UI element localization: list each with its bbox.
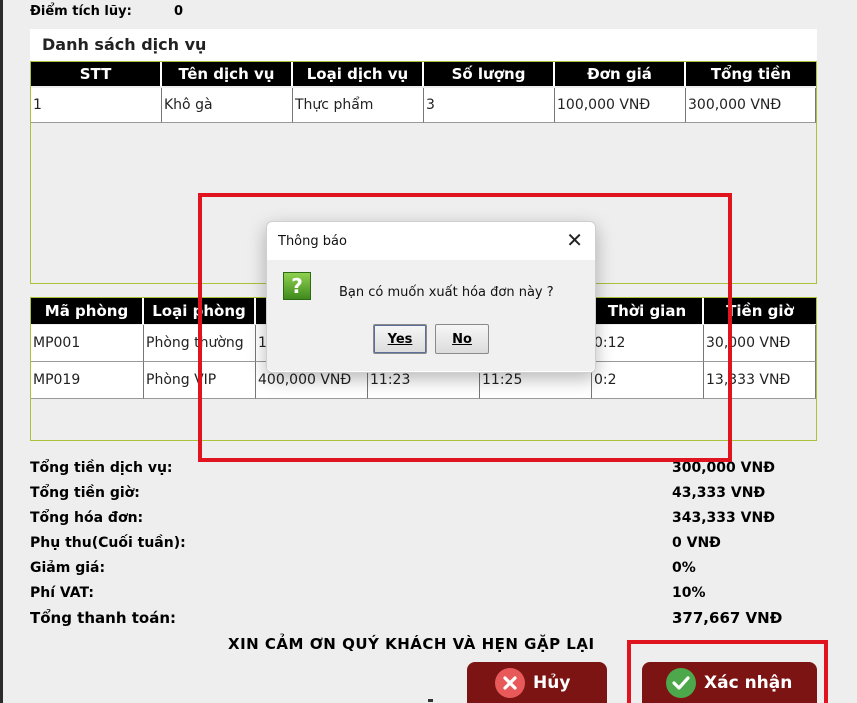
- dialog-body: ? Bạn có muốn xuất hóa đơn này ? Yes No: [267, 260, 595, 371]
- cancel-x-icon: [495, 667, 525, 698]
- col-header-room-id[interactable]: Mã phòng: [31, 298, 144, 324]
- summary-value: 0 VNĐ: [672, 535, 721, 551]
- summary-label: Tổng tiền giờ:: [30, 485, 140, 501]
- loyalty-value: 0: [174, 4, 184, 19]
- services-header: Danh sách dịch vụ: [30, 29, 817, 61]
- yes-button[interactable]: Yes: [373, 324, 427, 354]
- confirm-dialog: Thông báo ✕ ? Bạn có muốn xuất hóa đơn n…: [266, 221, 596, 373]
- summary-label: Tổng tiền dịch vụ:: [30, 460, 173, 476]
- cell-quantity: 3: [424, 88, 555, 123]
- dialog-title: Thông báo: [278, 234, 347, 249]
- services-table-header: STT Tên dịch vụ Loại dịch vụ Số lượng Đơ…: [31, 62, 816, 86]
- divider-mark: [428, 699, 433, 702]
- col-header-service-type[interactable]: Loại dịch vụ: [293, 62, 424, 86]
- loyalty-label: Điểm tích lũy:: [30, 4, 132, 19]
- question-icon: ?: [283, 272, 311, 300]
- summary-value: 300,000 VNĐ: [672, 460, 775, 476]
- confirm-highlight-box: [627, 640, 828, 703]
- summary-label: Phí VAT:: [30, 585, 94, 601]
- cell-room-id: MP001: [31, 325, 144, 362]
- cell-total: 300,000 VNĐ: [686, 88, 816, 123]
- col-header-stt[interactable]: STT: [31, 62, 162, 86]
- col-header-service-name[interactable]: Tên dịch vụ: [162, 62, 293, 86]
- summary-label: Giảm giá:: [30, 560, 106, 576]
- dialog-titlebar[interactable]: Thông báo ✕: [267, 222, 595, 260]
- dialog-message: Bạn có muốn xuất hóa đơn này ?: [339, 285, 554, 300]
- summary-value: 0%: [672, 560, 696, 576]
- summary-value: 10%: [672, 585, 706, 601]
- close-icon[interactable]: ✕: [566, 230, 583, 250]
- grand-total-label: Tổng thanh toán:: [30, 609, 177, 627]
- col-header-total[interactable]: Tổng tiền: [686, 62, 816, 86]
- table-row[interactable]: 1 Khô gà Thực phẩm 3 100,000 VNĐ 300,000…: [31, 88, 816, 123]
- cell-service-name: Khô gà: [162, 88, 293, 123]
- summary-value: 43,333 VNĐ: [672, 485, 766, 501]
- cancel-button-label: Hủy: [533, 672, 571, 693]
- cell-room-id: MP019: [31, 362, 144, 399]
- cell-service-type: Thực phẩm: [293, 88, 424, 123]
- col-header-quantity[interactable]: Số lượng: [424, 62, 555, 86]
- window-edge: [0, 0, 3, 703]
- cell-unit-price: 100,000 VNĐ: [555, 88, 686, 123]
- no-button[interactable]: No: [435, 324, 489, 354]
- summary-value: 343,333 VNĐ: [672, 510, 775, 526]
- summary-label: Tổng hóa đơn:: [30, 510, 144, 526]
- summary-label: Phụ thu(Cuối tuần):: [30, 535, 186, 551]
- thank-you-message: XIN CẢM ƠN QUÝ KHÁCH VÀ HẸN GẶP LẠI: [228, 635, 595, 653]
- col-header-unit-price[interactable]: Đơn giá: [555, 62, 686, 86]
- cancel-button[interactable]: Hủy: [467, 662, 607, 703]
- cell-stt: 1: [31, 88, 162, 123]
- grand-total-value: 377,667 VNĐ: [672, 609, 783, 627]
- services-title: Danh sách dịch vụ: [42, 35, 207, 54]
